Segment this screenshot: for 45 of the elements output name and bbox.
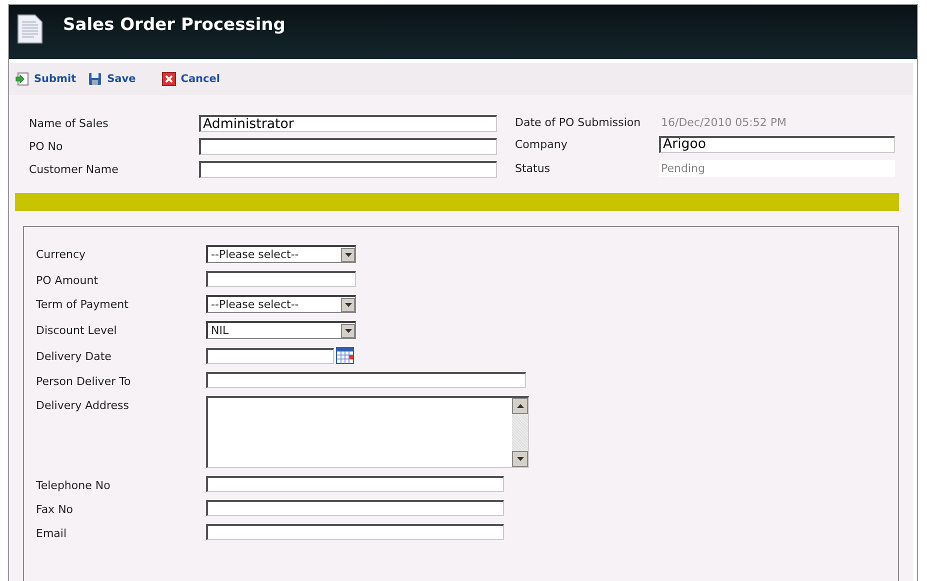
dropdown[interactable]: --Please select-- — [206, 295, 356, 313]
date-value: 16/Dec/2010 05:52 PM — [660, 116, 788, 129]
input-field[interactable] — [199, 138, 497, 155]
submit-button[interactable]: Submit — [15, 72, 76, 86]
field-label: Fax No — [36, 502, 74, 516]
caret-icon — [344, 328, 352, 332]
field-label: Customer Name — [29, 163, 120, 176]
field-label: Delivery Date — [36, 349, 112, 363]
field-label: Date of PO Submission — [515, 116, 642, 129]
field-label: Term of Payment — [36, 297, 128, 311]
caret-icon — [344, 252, 352, 256]
up-caret-icon — [516, 404, 524, 408]
calendar-icon[interactable] — [336, 347, 354, 364]
save-button[interactable]: Save — [88, 72, 136, 86]
dropdown[interactable]: --Please select-- — [206, 245, 356, 263]
status-value: Pending — [659, 160, 895, 178]
field-label: PO Amount — [36, 273, 98, 287]
field-label: Email — [36, 526, 67, 540]
field-label: Telephone No — [36, 478, 110, 492]
input-field[interactable] — [206, 476, 504, 492]
dropdown[interactable]: NIL — [206, 321, 356, 339]
input-field[interactable] — [206, 500, 504, 516]
text-area[interactable] — [206, 396, 529, 468]
save-icon — [88, 72, 102, 86]
field-label: Name of Sales — [29, 117, 110, 130]
cancel-button[interactable]: Cancel — [162, 72, 220, 86]
input-field[interactable]: Arigoo — [659, 136, 895, 153]
close-icon — [162, 72, 176, 86]
document-icon — [17, 14, 43, 44]
input-field[interactable] — [206, 524, 504, 540]
caret-icon — [516, 457, 524, 461]
input-field[interactable] — [199, 161, 497, 178]
field-label: Person Deliver To — [36, 374, 131, 388]
field-label: Company — [515, 138, 568, 151]
input-field[interactable]: Administrator — [199, 115, 497, 132]
date-field[interactable] — [206, 348, 334, 364]
input-field[interactable] — [206, 372, 526, 388]
field-label: PO No — [29, 140, 64, 153]
window-title: Sales Order Processing — [63, 15, 286, 35]
caret-icon — [344, 302, 352, 306]
field-label: Status — [515, 162, 552, 176]
field-label: Delivery Address — [36, 398, 129, 412]
field-label: Currency — [36, 247, 86, 261]
field-label: Discount Level — [36, 323, 117, 337]
input-field[interactable] — [206, 271, 356, 287]
